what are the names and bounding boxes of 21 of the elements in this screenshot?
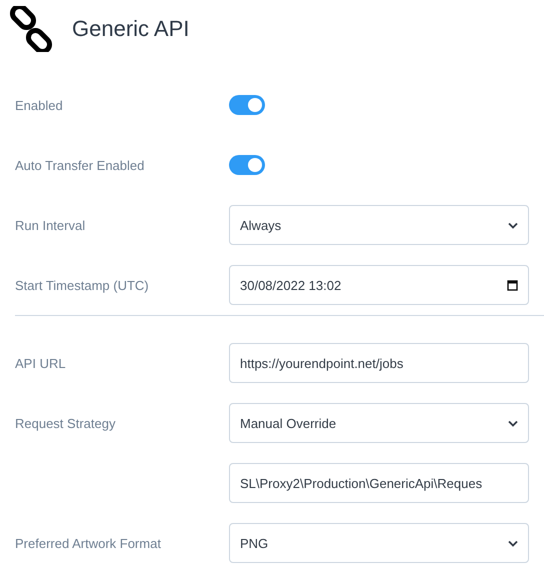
toggle-switch[interactable]: [229, 155, 265, 175]
page-title: Generic API: [72, 16, 190, 42]
input-field[interactable]: https://yourendpoint.net/jobs: [229, 343, 529, 383]
field-label: Run Interval: [15, 218, 86, 232]
dropdown-field[interactable]: Manual Override: [229, 403, 529, 443]
dropdown-field[interactable]: Always: [229, 205, 529, 245]
chevron-down-icon: [508, 540, 518, 546]
field-label: API URL: [15, 356, 67, 370]
field-label: Auto Transfer Enabled: [15, 158, 146, 172]
field-label: Start Timestamp (UTC): [15, 278, 150, 292]
field-label: Enabled: [15, 98, 64, 112]
calendar-icon: [507, 279, 518, 291]
toggle-switch[interactable]: [229, 95, 265, 115]
chain-link-icon: [8, 6, 54, 52]
field-label: Request Strategy: [15, 416, 116, 430]
chevron-down-icon: [508, 222, 518, 228]
chevron-down-icon: [508, 420, 518, 426]
date-time-field[interactable]: 30/08/2022 13:02: [229, 265, 529, 305]
dropdown-field[interactable]: PNG: [229, 523, 529, 563]
input-field[interactable]: SL\Proxy2\Production\GenericApi\Reques: [229, 463, 529, 503]
field-label: Preferred Artwork Format: [15, 536, 162, 550]
